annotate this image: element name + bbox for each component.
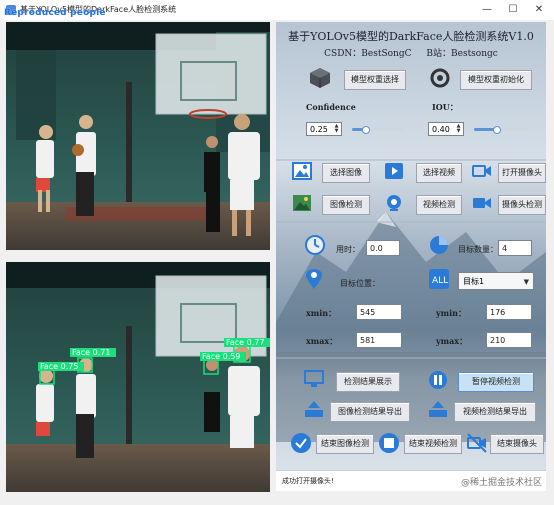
init-model-button[interactable]: 模型权重初始化 [460,70,532,90]
csdn-label: CSDN：BestSongC [324,49,412,59]
confidence-label: Confidence [306,102,356,112]
close-button[interactable]: ✕ [526,0,552,20]
cube-icon [310,68,330,88]
location-pin-icon [306,269,322,289]
time-label: 用时： [336,245,360,254]
detection-label: Face 0.75 [40,362,78,371]
iou-slider-knob[interactable] [493,126,501,134]
xmax-field: 581 [356,332,402,348]
ymin-label: ymin： [436,308,466,318]
overlay-text: Reproduced people [4,8,106,18]
minimize-button[interactable]: — [474,0,500,20]
original-video-view [6,22,270,250]
time-field: 0.0 [366,240,400,256]
iou-spinbox[interactable]: 0.40 ▲ ▼ [428,122,464,136]
select-video-button[interactable]: 选择视频 [416,163,462,183]
author-line: CSDN：BestSongC B站：Bestsongc [276,46,546,59]
pie-chart-icon [430,236,448,254]
video-camera-icon [473,198,491,208]
target-count-label: 目标数量： [458,245,498,254]
video-detect-button[interactable]: 视频检测 [416,195,462,215]
app-window: 基于YOLOv5模型的DarkFace人脸检测系统 — ☐ ✕ Reproduc… [0,0,554,505]
check-circle-icon [291,433,311,453]
target-count-field: 4 [498,240,532,256]
clock-icon [305,235,325,255]
iou-label: IOU： [432,102,458,112]
xmin-field: 545 [356,304,402,320]
open-camera-button[interactable]: 打开摄像头 [498,163,546,183]
panel-title: 基于YOLOv5模型的DarkFace人脸检测系统V1.0 [288,30,534,43]
ymax-label: ymax： [436,336,468,346]
chevron-down-icon: ▼ [523,278,529,286]
pause-icon [429,371,447,389]
target-select-icon: ALL [429,269,449,289]
detection-label: Face 0.77 [226,338,264,347]
camera-detect-button[interactable]: 摄像头检测 [498,195,546,215]
stop-video-icon [379,433,399,453]
detection-label: Face 0.59 [202,352,240,361]
export-image-button[interactable]: 图像检测结果导出 [330,402,410,422]
select-model-button[interactable]: 模型权重选择 [344,70,406,90]
ymax-field: 210 [486,332,532,348]
image-detect-button[interactable]: 图像检测 [322,195,370,215]
upload-icon [305,401,323,417]
detection-video-view: Face 0.75 Face 0.71 Face 0.59 Face 0.77 [6,262,270,492]
detection-frame-image: Face 0.75 Face 0.71 Face 0.59 Face 0.77 [6,262,270,492]
image-icon [292,162,312,180]
upload-video-icon [429,401,447,417]
webcam-icon [387,195,401,211]
landscape-image-icon [293,195,311,211]
confidence-spinbox[interactable]: 0.25 ▲ ▼ [306,122,342,136]
confidence-slider-knob[interactable] [362,126,370,134]
end-video-button[interactable]: 结束视频检测 [404,434,462,454]
xmin-label: xmin： [306,308,337,318]
end-camera-button[interactable]: 结束摄像头 [490,434,544,454]
detection-label: Face 0.71 [72,348,110,357]
video-file-icon [385,163,403,179]
gear-icon [430,68,450,88]
target-select-dropdown[interactable]: 目标1 ▼ [458,272,534,290]
watermark: @稀土掘金技术社区 [460,478,542,488]
svg-text:ALL: ALL [432,276,448,286]
maximize-button[interactable]: ☐ [500,0,526,20]
xmax-label: xmax： [306,336,338,346]
export-video-button[interactable]: 视频检测结果导出 [454,402,536,422]
bilibili-label: B站：Bestsongc [426,49,498,59]
target-position-label: 目标位置： [340,279,380,288]
ymin-field: 176 [486,304,532,320]
show-results-button[interactable]: 检测结果展示 [336,372,400,392]
end-image-button[interactable]: 结束图像检测 [316,434,374,454]
camera-off-icon [467,433,487,453]
status-bar: 成功打开摄像头! @稀土掘金技术社区 [276,470,546,491]
pause-video-button[interactable]: 暂停视频检测 [458,372,534,392]
monitor-icon [304,370,324,387]
camera-icon [472,165,491,177]
status-message: 成功打开摄像头! [282,477,334,485]
original-frame-image [6,22,270,250]
select-image-button[interactable]: 选择图像 [322,163,370,183]
control-panel: 基于YOLOv5模型的DarkFace人脸检测系统V1.0 CSDN：BestS… [276,22,546,490]
